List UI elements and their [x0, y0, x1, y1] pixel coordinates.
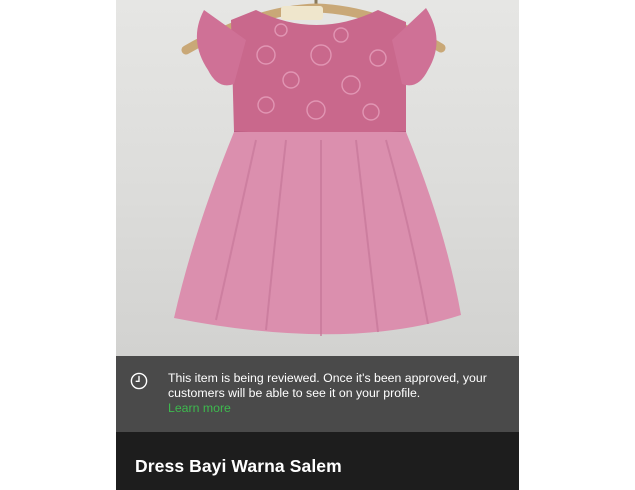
dress-illustration — [174, 0, 461, 336]
product-detail-screen: This item is being reviewed. Once it's b… — [116, 0, 519, 490]
learn-more-link[interactable]: Learn more — [168, 401, 231, 416]
product-photo — [116, 0, 519, 356]
product-title-bar: Dress Bayi Warna Salem — [116, 432, 519, 490]
clock-icon — [130, 372, 148, 390]
review-message: This item is being reviewed. Once it's b… — [168, 371, 487, 400]
product-title: Dress Bayi Warna Salem — [135, 456, 342, 476]
review-status-banner: This item is being reviewed. Once it's b… — [116, 356, 519, 432]
